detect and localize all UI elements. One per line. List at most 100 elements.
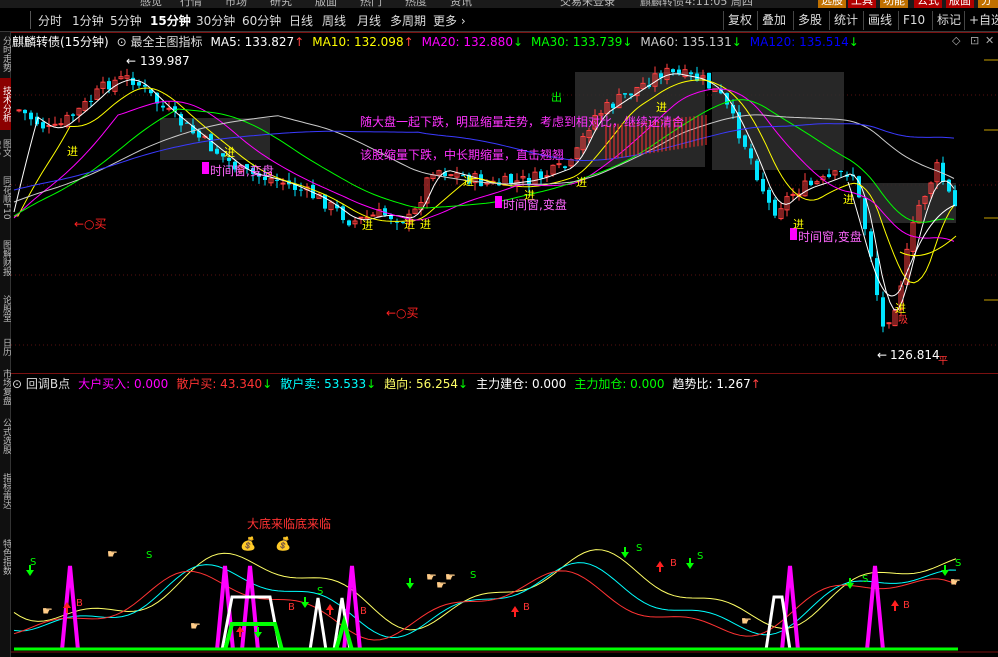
candle-body (209, 134, 213, 152)
b-signal-label: B (360, 606, 367, 617)
sub-arrow: ↓ (458, 377, 469, 391)
buy-arrow-icon (891, 600, 899, 611)
candle-body (677, 69, 681, 74)
ma-value-3: MA30: 133.739↓ (531, 35, 632, 49)
sub-arrow: ↓ (262, 377, 273, 391)
s-signal-label: S (862, 574, 869, 585)
main-chart-header: 麒麟转债(15分钟) ⊙ 最全主图指标 MA5: 133.827↑ MA10: 132… (12, 33, 998, 50)
b-signal-label: B (523, 602, 530, 613)
candle-body (773, 199, 777, 216)
hand-pointer-icon: ☛ (107, 547, 118, 561)
candle-body (755, 160, 759, 181)
money-bag-icon: 💰 (240, 537, 257, 552)
candle-body (137, 82, 141, 86)
diamond-icon[interactable]: ◇ (952, 34, 960, 47)
candle-body (809, 180, 813, 186)
candle-body (743, 135, 747, 147)
sub-label: 散户卖: 53.533 (280, 377, 367, 391)
candle-body (41, 122, 45, 129)
entry-label: 进 (362, 219, 373, 232)
candle-body (58, 123, 64, 126)
ma-arrow: ↑ (403, 35, 414, 49)
candle-body (886, 322, 892, 325)
sub-label: 主力建仓: 0.000 (476, 377, 567, 391)
entry-label: 进 (576, 176, 587, 189)
candle-body (611, 103, 615, 108)
buy-arrow-icon (326, 604, 334, 615)
candle-body (953, 190, 957, 207)
ma-label: MA20: 132.880 (421, 35, 513, 49)
candle-body (299, 189, 303, 191)
high-arrow-icon: ← (126, 54, 137, 68)
sub-arrow: ↑ (750, 377, 761, 391)
candle-body (448, 174, 454, 177)
ma-value-4: MA60: 135.131↓ (640, 35, 741, 49)
sell-label: 出 (551, 91, 562, 104)
candle-body (869, 231, 873, 257)
candle-body (161, 105, 165, 108)
signal-arrows (26, 547, 949, 638)
sell-arrow-icon (621, 547, 629, 558)
time-window-label: 时间窗,变盘 (210, 164, 274, 178)
candle-body (275, 179, 279, 181)
sub-value-2: 散户卖: 53.533↓ (280, 377, 376, 391)
ma-label: MA120: 135.514 (749, 35, 849, 49)
absorb-label: 吸 (898, 315, 908, 326)
close-icon[interactable]: ✕ (985, 34, 994, 47)
stock-title: 麒麟转债(15分钟) (12, 35, 109, 49)
gray-zone (712, 72, 844, 170)
sub-label: 散户买: 43.340 (176, 377, 263, 391)
entry-label: 进 (463, 175, 474, 188)
indicator-dropdown[interactable]: ⊙ 最全主图指标 (117, 35, 203, 49)
candle-body (623, 93, 627, 95)
candle-body (767, 189, 771, 203)
s-signal-label: S (955, 558, 962, 569)
sub-value-6: 趋势比: 1.267↑ (673, 377, 761, 391)
ma-value-5: MA120: 135.514↓ (750, 35, 859, 49)
ma-label: MA5: 133.827 (210, 35, 295, 49)
sell-arrow-icon (941, 565, 949, 576)
time-window-label: 时间窗,变盘 (503, 198, 567, 212)
candle-body (323, 194, 327, 209)
candle-body (509, 173, 513, 185)
sub-label: 大户买入: 0.000 (78, 377, 169, 391)
sub-value-0: 大户买入: 0.000 (78, 377, 168, 391)
candle-body (215, 148, 219, 154)
sub-label: 主力加仓: 0.000 (574, 377, 665, 391)
sub-value-5: 主力加仓: 0.000 (574, 377, 664, 391)
restore-icon[interactable]: ⊡ (970, 34, 979, 47)
candle-body (761, 178, 765, 192)
buy-mark: ←○买 (74, 217, 107, 231)
retail-sell-line (13, 562, 957, 639)
s-signal-label: S (636, 543, 643, 554)
sub-label: 趋向: 56.254 (384, 377, 459, 391)
candle-body (839, 170, 843, 172)
b-signal-label: B (903, 600, 910, 611)
candle-body (749, 148, 753, 159)
s-signal-label: S (30, 557, 37, 568)
hand-pointer-icon: ☛ (190, 619, 201, 633)
b-signal-label: B (76, 598, 83, 609)
flat-label: 平 (938, 356, 948, 367)
retail-buy-line (13, 570, 957, 641)
ma-label: MA60: 135.131 (640, 35, 732, 49)
hand-pointer-icon: ☛ (741, 614, 752, 628)
entry-label: 进 (67, 145, 78, 158)
candle-body (280, 182, 286, 185)
sub-value-4: 主力建仓: 0.000 (476, 377, 566, 391)
candle-body (166, 107, 172, 110)
sub-indicator-dropdown[interactable]: ⊙ 回调B点 (12, 377, 70, 391)
candle-body (689, 72, 693, 75)
candle-body (539, 171, 543, 179)
candle-body (881, 297, 885, 327)
candle-body (107, 81, 111, 90)
candle-body (131, 77, 135, 85)
candle-body (29, 112, 33, 120)
ma-arrow: ↓ (512, 35, 524, 49)
high-price-label: 139.987 (140, 54, 190, 68)
candle-body (16, 109, 22, 112)
candle-body (671, 69, 675, 73)
ma-label: MA30: 133.739 (531, 35, 623, 49)
entry-label: 进 (224, 146, 235, 159)
low-arrow-icon: ← (877, 348, 888, 362)
